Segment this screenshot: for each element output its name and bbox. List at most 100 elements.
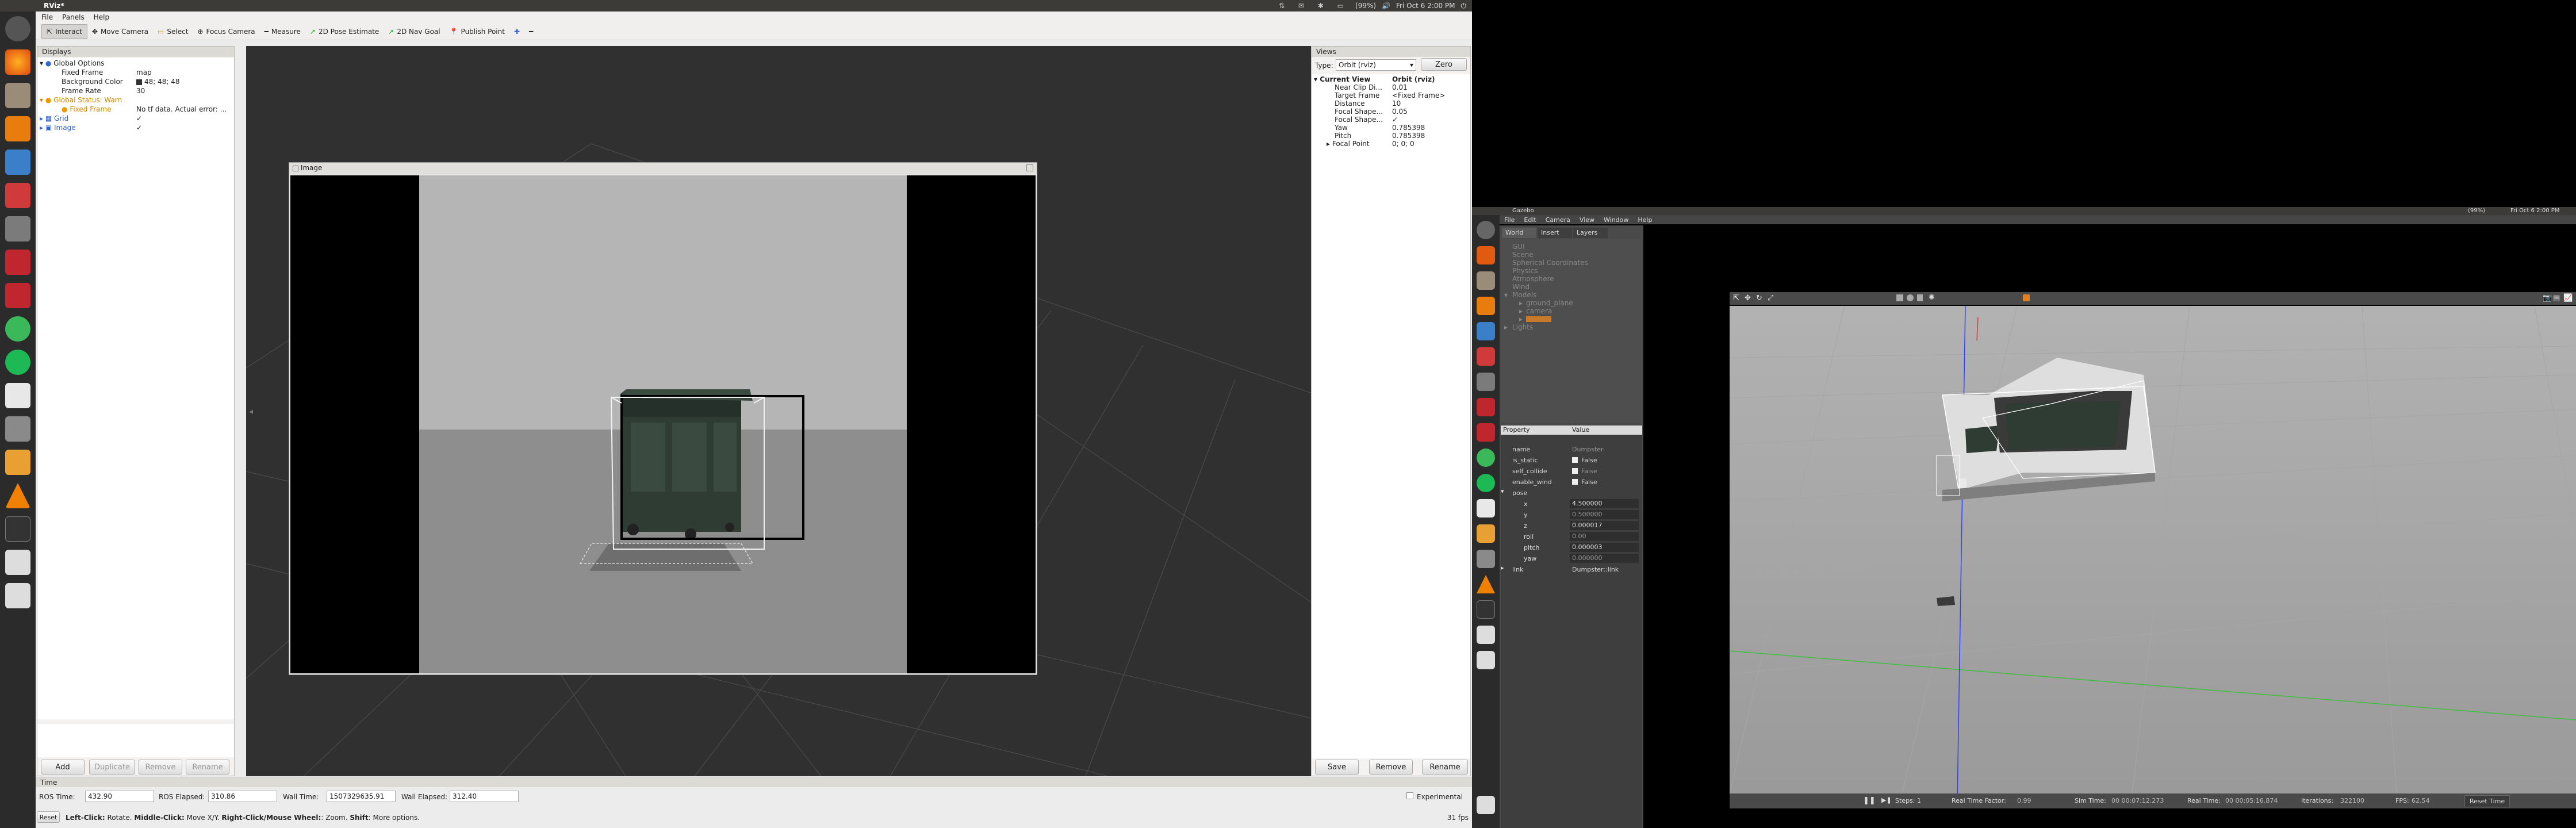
gz-terminal-2-icon[interactable] [1477, 600, 1495, 619]
chrome-icon[interactable] [5, 316, 30, 342]
gz-tab-insert[interactable]: Insert [1538, 228, 1572, 238]
image-checkbox[interactable]: ✓ [136, 124, 142, 132]
view-focal-point[interactable]: ▸ Focal Point 0; 0; 0 [1327, 140, 1467, 149]
views-type-select[interactable]: Orbit (rviz) ▾ [1336, 59, 1416, 71]
gz-prop-pitch-field[interactable]: 0.000003 [1570, 543, 1639, 552]
gz-menu-camera[interactable]: Camera [1546, 216, 1570, 224]
gazebo-clock[interactable]: Fri Oct 6 2:00 PM [2510, 208, 2559, 214]
gz-menu-edit[interactable]: Edit [1524, 216, 1536, 224]
tree-frame-rate[interactable]: Frame Rate 30 [62, 87, 234, 96]
gz-log-icon[interactable]: ▤ [2553, 294, 2560, 302]
gz-tree-lights-arrow[interactable]: ▸ [1504, 323, 1508, 331]
gz-files-icon[interactable] [1477, 271, 1495, 290]
gz-plot-icon[interactable]: 📈 [2563, 294, 2573, 302]
firefox-icon[interactable] [5, 49, 30, 75]
gz-menu-help[interactable]: Help [1638, 216, 1652, 224]
focal-point-value[interactable]: 0; 0; 0 [1392, 140, 1414, 148]
interact-tool[interactable]: ⇱ Interact [41, 24, 87, 39]
focal-shape-fixed-checkbox[interactable]: ✓ [1392, 116, 1398, 124]
calculator-icon[interactable] [5, 250, 30, 275]
gz-rotate-icon[interactable]: ↻ [1756, 294, 1762, 302]
focus-camera-tool[interactable]: ⊕ Focus Camera [193, 24, 259, 39]
gz-menu-view[interactable]: View [1580, 216, 1594, 224]
gz-tree-atmosphere[interactable]: Atmosphere [1512, 275, 1554, 283]
gz-gazebo-icon[interactable] [1477, 524, 1495, 543]
experimental-checkbox[interactable] [1406, 792, 1413, 799]
gz-tree-camera-arrow[interactable]: ▸ [1519, 307, 1523, 315]
yaw-value[interactable]: 0.785398 [1392, 124, 1425, 132]
gz-prop-row-pitch[interactable]: pitch 0.000003 [1501, 542, 1642, 553]
gz-prop-row-z[interactable]: z 0.000017 [1501, 520, 1642, 531]
terminal-2-icon[interactable] [5, 516, 30, 542]
gz-prop-row-collide[interactable]: self_collide False [1501, 466, 1642, 476]
distance-value[interactable]: 10 [1392, 99, 1401, 108]
gz-drive-2-icon[interactable] [1477, 651, 1495, 669]
gz-inkscape-icon[interactable] [1477, 347, 1495, 366]
gz-tree-lights[interactable]: Lights [1512, 323, 1533, 331]
gz-prop-x-field[interactable]: 4.500000 [1570, 499, 1639, 508]
pose-estimate-tool[interactable]: ➚ 2D Pose Estimate [305, 24, 384, 39]
gz-tree-ground-plane[interactable]: ground_plane [1526, 299, 1573, 307]
gz-gimp-icon[interactable] [1477, 373, 1495, 391]
gz-prop-row-roll[interactable]: roll 0.00 [1501, 531, 1642, 542]
drive-2-icon[interactable] [5, 583, 30, 608]
fixed-frame-value[interactable]: map [136, 68, 152, 76]
tree-global-status[interactable]: ▾ ● Global Status: Warn [40, 96, 122, 105]
rviz-icon[interactable] [5, 416, 30, 442]
gz-prop-roll-field[interactable]: 0.00 [1570, 532, 1639, 541]
terminal-icon[interactable] [5, 283, 30, 308]
gz-prop-row-pose[interactable]: ▾ pose [1501, 488, 1642, 498]
gz-prop-row-static[interactable]: is_static False [1501, 455, 1642, 465]
image-window-titlebar[interactable]: Image [289, 163, 1037, 174]
menu-file[interactable]: File [41, 13, 53, 21]
wall-time-field[interactable]: 1507329635.91 [327, 791, 396, 802]
tree-grid[interactable]: ▸ ▦ Grid ✓ [40, 114, 229, 124]
wall-elapsed-field[interactable]: 312.40 [450, 791, 519, 802]
gz-prop-collide-checkbox[interactable] [1572, 468, 1578, 474]
gz-translate-icon[interactable]: ✥ [1745, 294, 1751, 302]
gazebo-icon[interactable] [5, 450, 30, 475]
menu-help[interactable]: Help [94, 13, 109, 21]
gz-pause-icon[interactable]: ❚❚ [1863, 796, 1876, 805]
tree-image[interactable]: ▸ ▣ Image ✓ [40, 124, 229, 133]
plus-tool-icon[interactable]: ✚ [509, 24, 524, 39]
tree-fixed-frame[interactable]: Fixed Frame map [62, 68, 234, 78]
gz-screenshot-icon[interactable]: 📷 [2543, 294, 2552, 302]
remove-view-button[interactable]: Remove [1369, 760, 1413, 775]
reset-button[interactable]: Reset [37, 811, 60, 823]
rename-display-button[interactable]: Rename [186, 760, 229, 775]
tree-global-options[interactable]: ▾ ● Global Options [40, 59, 105, 68]
move-camera-tool[interactable]: ✥ Move Camera [87, 24, 153, 39]
pitch-value[interactable]: 0.785398 [1392, 132, 1425, 140]
gz-dash-icon[interactable] [1477, 221, 1495, 239]
gz-tree-ground-arrow[interactable]: ▸ [1519, 299, 1523, 307]
dash-icon[interactable] [5, 16, 30, 41]
gz-menu-window[interactable]: Window [1604, 216, 1628, 224]
gz-tree-gui[interactable]: GUI [1512, 243, 1525, 251]
inkscape-icon[interactable] [5, 183, 30, 208]
gz-prop-row-name[interactable]: name Dumpster [1501, 444, 1642, 454]
near-clip-value[interactable]: 0.01 [1392, 83, 1408, 91]
gz-prop-row-wind[interactable]: enable_wind False [1501, 477, 1642, 487]
gz-prop-wind-checkbox[interactable] [1572, 479, 1578, 485]
frame-rate-value[interactable]: 30 [136, 87, 145, 95]
displays-tree[interactable]: ▾ ● Global Options Fixed Frame map Backgr… [37, 58, 234, 719]
gz-vlc-icon[interactable] [1477, 575, 1495, 593]
grid-checkbox[interactable]: ✓ [136, 114, 142, 122]
save-view-button[interactable]: Save [1315, 760, 1359, 775]
tree-status-fixed-frame[interactable]: ● Fixed Frame No tf data. Actual error: .… [62, 105, 234, 114]
gz-chrome-icon[interactable] [1477, 448, 1495, 467]
gz-reset-time-button[interactable]: Reset Time [2464, 795, 2510, 807]
gimp-icon[interactable] [5, 216, 30, 241]
gz-tree-scene[interactable]: Scene [1512, 251, 1534, 259]
gz-blender-icon[interactable] [1477, 297, 1495, 315]
text-editor-icon[interactable] [5, 383, 30, 408]
gazebo-viewport[interactable] [1730, 306, 2576, 793]
add-display-button[interactable]: Add [41, 760, 85, 775]
gz-world-tree[interactable]: GUI Scene Spherical Coordinates Physics … [1501, 239, 1642, 423]
focal-shape-size-value[interactable]: 0.05 [1392, 108, 1408, 116]
zero-button[interactable]: Zero [1421, 58, 1467, 71]
gz-rviz-icon[interactable] [1477, 550, 1495, 568]
gz-sun-icon[interactable]: ✺ [1929, 293, 1935, 302]
gz-terminal-icon[interactable] [1477, 423, 1495, 442]
